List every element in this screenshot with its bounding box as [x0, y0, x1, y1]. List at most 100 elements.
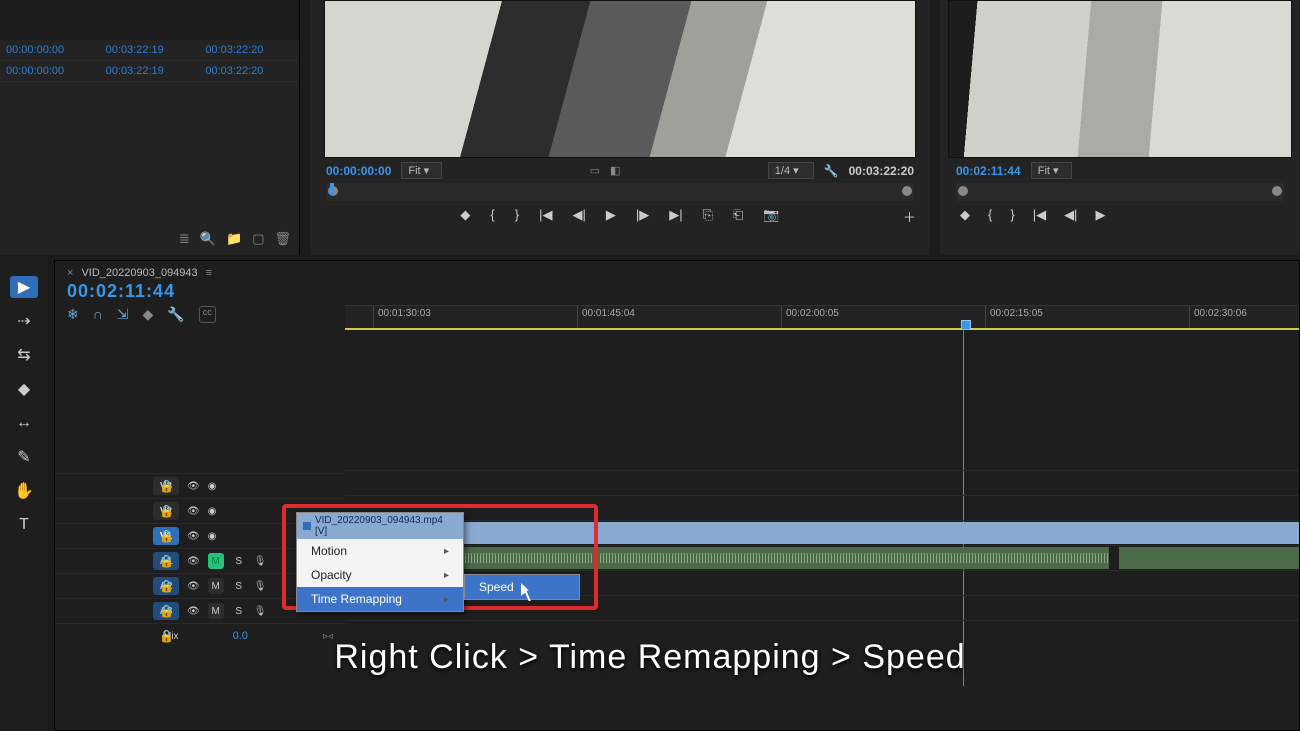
context-menu-item-time-remapping[interactable]: Time Remapping▸	[297, 587, 463, 611]
toggle-output-icon[interactable]: 👁	[187, 556, 200, 567]
type-tool-icon[interactable]: T	[10, 514, 38, 536]
go-to-in-icon[interactable]: |◀	[539, 207, 552, 223]
eye-icon[interactable]: ◉	[208, 531, 217, 542]
lock-icon[interactable]: 🔒	[159, 604, 174, 618]
voice-over-icon[interactable]: 🎙	[254, 606, 267, 617]
ruler-tick: 00:02:15:05	[985, 306, 1047, 329]
ruler-tick: 00:01:30:03	[373, 306, 435, 329]
play-icon[interactable]: ▶	[1095, 207, 1105, 223]
drag-video-icon[interactable]: ▭	[590, 164, 600, 177]
add-button-icon[interactable]: ＋	[903, 207, 916, 226]
snap-icon[interactable]: ❄	[67, 306, 79, 323]
lock-icon[interactable]: 🔒	[159, 479, 174, 493]
go-to-in-icon[interactable]: |◀	[1033, 207, 1046, 223]
context-menu: VID_20220903_094943.mp4 [V] Motion▸ Opac…	[296, 512, 464, 612]
close-icon[interactable]: ×	[67, 267, 73, 279]
settings-icon[interactable]: 🔧	[824, 164, 839, 178]
overwrite-icon[interactable]: ⎗	[733, 207, 743, 223]
step-back-icon[interactable]: ◀|	[572, 207, 585, 223]
mark-bracket-close-icon[interactable]: }	[1010, 207, 1014, 223]
solo-button[interactable]: S	[232, 556, 246, 567]
mark-bracket-open-icon[interactable]: {	[988, 207, 992, 223]
new-item-icon[interactable]: ▢	[252, 231, 264, 247]
toggle-output-icon[interactable]: 👁	[187, 506, 200, 517]
chevron-right-icon: ▸	[444, 546, 449, 557]
solo-button[interactable]: S	[232, 606, 246, 617]
mark-bracket-open-icon[interactable]: {	[490, 207, 494, 223]
sequence-name: VID_20220903_094943	[81, 267, 197, 279]
timeline-ruler[interactable]: 00:01:30:03 00:01:45:04 00:02:00:05 00:0…	[345, 305, 1299, 329]
lock-icon[interactable]: 🔒	[159, 554, 174, 568]
context-menu-item-opacity[interactable]: Opacity▸	[297, 563, 463, 587]
program-scrub-bar[interactable]	[956, 183, 1284, 201]
sequence-menu-icon[interactable]: ≡	[206, 267, 212, 279]
source-timecode-out[interactable]: 00:03:22:20	[849, 164, 914, 178]
context-menu-item-motion[interactable]: Motion▸	[297, 539, 463, 563]
mark-in-icon[interactable]: ◆	[460, 207, 470, 223]
lock-icon[interactable]: 🔒	[159, 529, 174, 543]
eye-icon[interactable]: ◉	[208, 481, 217, 492]
source-timecode-in[interactable]: 00:00:00:00	[326, 164, 391, 178]
ripple-tool-icon[interactable]: ⇆	[10, 344, 38, 366]
settings-icon[interactable]: 🔧	[167, 306, 184, 323]
insert-icon[interactable]: ⎘	[703, 207, 713, 223]
source-scrub-bar[interactable]	[326, 183, 914, 201]
list-view-icon[interactable]: ≣	[179, 231, 190, 247]
drag-audio-icon[interactable]: ◧	[610, 164, 620, 177]
razor-tool-icon[interactable]: ◆	[10, 378, 38, 400]
go-to-out-icon[interactable]: ▶|	[669, 207, 682, 223]
project-panel: 00:00:00:00 00:03:22:19 00:03:22:20 00:0…	[0, 0, 300, 255]
magnet-icon[interactable]: ∩	[93, 306, 103, 323]
slip-tool-icon[interactable]: ↔	[10, 412, 38, 434]
ruler-tick: 00:02:00:05	[781, 306, 843, 329]
program-preview-image	[948, 0, 1292, 158]
toggle-output-icon[interactable]: 👁	[187, 606, 200, 617]
table-row[interactable]: 00:00:00:00 00:03:22:19 00:03:22:20	[0, 61, 299, 82]
timeline-playhead-time[interactable]: 00:02:11:44	[55, 281, 1299, 302]
source-monitor: 00:00:00:00 Fit ▾ ▭ ◧ 1/4 ▾ 🔧 00:03:22:2…	[310, 0, 930, 255]
program-transport: ◆ { } |◀ ◀| ▶	[940, 201, 1300, 223]
lock-icon[interactable]: 🔒	[159, 579, 174, 593]
toggle-output-icon[interactable]: 👁	[187, 531, 200, 542]
track-header-v3[interactable]: 🔒V3👁◉	[55, 473, 345, 498]
export-frame-icon[interactable]: 📷	[763, 207, 779, 223]
mark-bracket-close-icon[interactable]: }	[515, 207, 519, 223]
hand-tool-icon[interactable]: ✋	[10, 480, 38, 502]
source-fit-select[interactable]: Fit ▾	[401, 162, 442, 179]
toggle-output-icon[interactable]: 👁	[187, 581, 200, 592]
mark-in-icon[interactable]: ◆	[960, 207, 970, 223]
toggle-output-icon[interactable]: 👁	[187, 481, 200, 492]
step-fwd-icon[interactable]: |▶	[636, 207, 649, 223]
marker-icon[interactable]: ◆	[143, 306, 154, 323]
pen-tool-icon[interactable]: ✎	[10, 446, 38, 468]
table-row[interactable]: 00:00:00:00 00:03:22:19 00:03:22:20	[0, 40, 299, 61]
ruler-tick: 00:01:45:04	[577, 306, 639, 329]
selection-tool-icon[interactable]: ▶	[10, 276, 38, 298]
program-monitor: 00:02:11:44 Fit ▾ ◆ { } |◀ ◀| ▶	[940, 0, 1300, 255]
program-timecode-in[interactable]: 00:02:11:44	[956, 164, 1021, 178]
lock-icon[interactable]: 🔒	[159, 504, 174, 518]
track-select-tool-icon[interactable]: ⇢	[10, 310, 38, 332]
voice-over-icon[interactable]: 🎙	[254, 581, 267, 592]
step-back-icon[interactable]: ◀|	[1064, 207, 1077, 223]
play-icon[interactable]: ▶	[606, 207, 616, 223]
work-area-bar[interactable]	[345, 328, 1299, 330]
solo-button[interactable]: S	[232, 581, 246, 592]
cc-icon[interactable]: cc	[199, 306, 216, 323]
mute-button[interactable]: M	[208, 553, 224, 569]
source-preview-image	[324, 0, 916, 158]
search-icon[interactable]: 🔍	[200, 231, 216, 247]
eye-icon[interactable]: ◉	[208, 506, 217, 517]
mute-button[interactable]: M	[208, 603, 224, 619]
linked-selection-icon[interactable]: ⇲	[117, 306, 129, 323]
project-bin-table: 00:00:00:00 00:03:22:19 00:03:22:20 00:0…	[0, 40, 299, 82]
mute-button[interactable]: M	[208, 578, 224, 594]
folder-icon[interactable]: 📁	[226, 231, 242, 247]
program-fit-select[interactable]: Fit ▾	[1031, 162, 1072, 179]
track-v3[interactable]	[345, 471, 1299, 496]
voice-over-icon[interactable]: 🎙	[254, 556, 267, 567]
trash-icon[interactable]: 🗑	[274, 231, 291, 247]
sequence-tab[interactable]: × VID_20220903_094943 ≡	[67, 267, 212, 279]
ruler-tick: 00:02:30:06	[1189, 306, 1251, 329]
source-zoom-select[interactable]: 1/4 ▾	[768, 162, 814, 179]
